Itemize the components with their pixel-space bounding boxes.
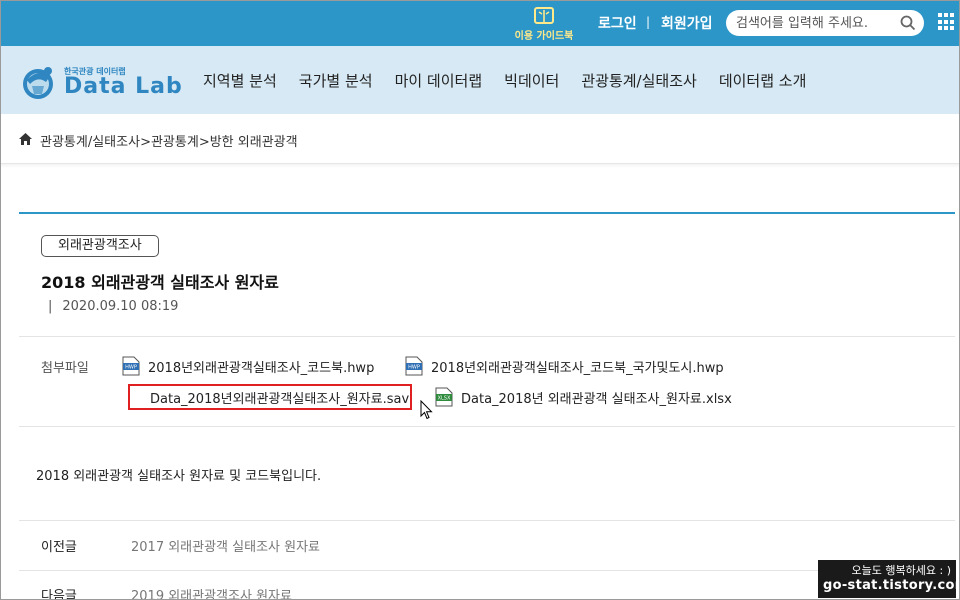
post-title: 2018 외래관광객 실태조사 원자료: [41, 273, 279, 292]
attachment-label: 첨부파일: [41, 361, 89, 376]
next-post-label: 다음글: [41, 589, 77, 600]
attach-divider: [19, 336, 955, 337]
breadcrumb-item-stats[interactable]: 관광통계: [151, 135, 199, 150]
svg-text:HWP: HWP: [125, 365, 137, 371]
nav-item-about[interactable]: 데이터랩 소개: [708, 70, 818, 91]
topbar-separator: |: [646, 15, 651, 29]
attachment-file-name: Data_2018년 외래관광객 실태조사_원자료.xlsx: [461, 391, 732, 407]
watermark-line2: go-stat.tistory.com: [823, 578, 960, 593]
attachment-file-codebook-hwp[interactable]: HWP 2018년외래관광객실태조사_코드북.hwp: [122, 355, 374, 377]
attachment-file-codebook-country-hwp[interactable]: HWP 2018년외래관광객실태조사_코드북_국가및도시.hwp: [405, 355, 724, 377]
logo-text: Data Lab: [64, 74, 183, 99]
svg-text:XLSX: XLSX: [438, 396, 451, 402]
prev-post-link[interactable]: 2017 외래관광객 실태조사 원자료: [131, 536, 320, 555]
attachment-file-raw-xlsx[interactable]: XLSX Data_2018년 외래관광객 실태조사_원자료.xlsx: [435, 386, 732, 408]
app-grid-icon[interactable]: [938, 13, 956, 31]
main-navbar: 한국관광 데이터랩 Data Lab 지역별 분석 국가별 분석 마이 데이터랩…: [0, 46, 960, 114]
hwp-icon: HWP: [122, 356, 140, 376]
watermark-line1: 오늘도 행복하세요 : ): [851, 564, 951, 577]
breadcrumb: 관광통계/실태조사>관광통계>방한 외래관광객: [0, 114, 960, 164]
search-icon[interactable]: [900, 15, 916, 31]
post-body: 2018 외래관광객 실태조사 원자료 및 코드북입니다.: [36, 469, 322, 484]
watermark: 오늘도 행복하세요 : ) go-stat.tistory.com: [818, 560, 960, 598]
nav-item-region[interactable]: 지역별 분석: [192, 70, 288, 91]
date-bar: |: [48, 299, 53, 314]
top-utility-bar: 이용 가이드북 로그인 | 회원가입: [0, 0, 960, 46]
breadcrumb-item-stats-survey[interactable]: 관광통계/실태조사: [40, 135, 140, 150]
nav-item-bigdata[interactable]: 빅데이터: [493, 70, 570, 91]
breadcrumb-separator: >: [198, 135, 210, 150]
body-divider: [19, 426, 955, 427]
svg-text:HWP: HWP: [408, 365, 420, 371]
prev-post-label: 이전글: [41, 540, 77, 555]
post-date-value: 2020.09.10 08:19: [62, 299, 179, 314]
xlsx-icon: XLSX: [435, 387, 453, 407]
next-divider: [19, 570, 955, 571]
signup-link[interactable]: 회원가입: [661, 13, 713, 33]
content-top-rule: [19, 212, 955, 214]
datalab-logo[interactable]: 한국관광 데이터랩 Data Lab: [18, 62, 182, 102]
search-input[interactable]: [736, 14, 896, 32]
guide-book-label: 이용 가이드북: [514, 31, 574, 42]
home-icon[interactable]: [19, 133, 32, 145]
prev-divider: [19, 520, 955, 521]
nav-item-statistics[interactable]: 관광통계/실태조사: [570, 70, 707, 91]
search-box: [726, 10, 924, 36]
login-link[interactable]: 로그인: [598, 13, 637, 33]
category-badge: 외래관광객조사: [41, 235, 159, 257]
guide-book-link[interactable]: 이용 가이드북: [514, 6, 574, 42]
breadcrumb-item-inbound[interactable]: 방한 외래관광객: [210, 135, 298, 150]
attachment-file-name: 2018년외래관광객실태조사_코드북.hwp: [148, 360, 375, 376]
attachment-file-name: 2018년외래관광객실태조사_코드북_국가및도시.hwp: [431, 360, 724, 376]
book-icon: [534, 7, 554, 24]
highlight-box: [128, 384, 412, 410]
logo-mark-icon: [23, 67, 53, 99]
breadcrumb-separator: >: [140, 135, 151, 150]
main-nav: 지역별 분석 국가별 분석 마이 데이터랩 빅데이터 관광통계/실태조사 데이터…: [192, 70, 817, 91]
hwp-icon: HWP: [405, 356, 423, 376]
nav-item-country[interactable]: 국가별 분석: [288, 70, 384, 91]
nav-item-my-datalab[interactable]: 마이 데이터랩: [384, 70, 494, 91]
breadcrumb-trail: 관광통계/실태조사>관광통계>방한 외래관광객: [40, 131, 298, 150]
next-post-link[interactable]: 2019 외래관광객조사 원자료: [131, 585, 292, 600]
mouse-cursor-icon: [420, 400, 433, 420]
post-date: | 2020.09.10 08:19: [48, 299, 178, 314]
